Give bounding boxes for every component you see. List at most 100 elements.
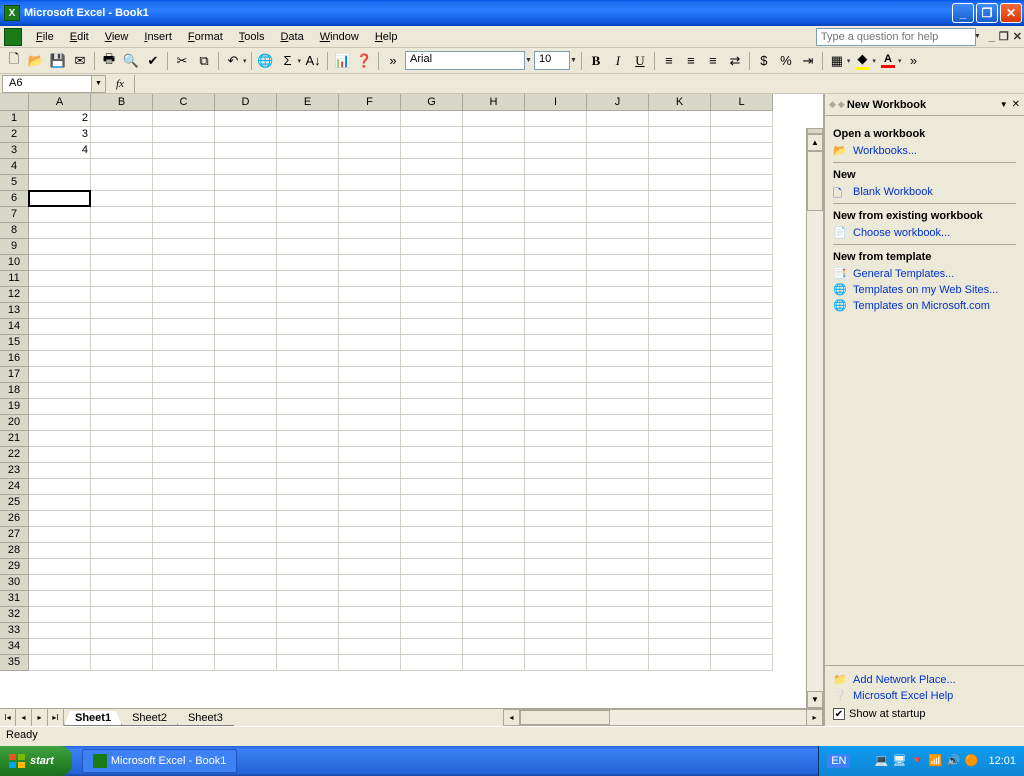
cell[interactable]: [649, 559, 711, 575]
cell[interactable]: [91, 111, 153, 127]
copy-icon[interactable]: ⧉: [194, 51, 214, 71]
row-header[interactable]: 17: [0, 367, 29, 383]
cell[interactable]: [91, 431, 153, 447]
cell[interactable]: [277, 575, 339, 591]
tray-icon[interactable]: 🖥: [892, 754, 906, 768]
italic-button[interactable]: I: [608, 51, 628, 71]
cell[interactable]: [29, 271, 91, 287]
undo-icon[interactable]: ↶: [223, 51, 243, 71]
cell[interactable]: [153, 415, 215, 431]
cell[interactable]: [153, 223, 215, 239]
cell[interactable]: [215, 511, 277, 527]
cell[interactable]: [401, 111, 463, 127]
cell[interactable]: [91, 463, 153, 479]
cell[interactable]: [587, 351, 649, 367]
cell[interactable]: [649, 319, 711, 335]
cell[interactable]: [711, 591, 773, 607]
font-name-combo[interactable]: Arial: [405, 51, 525, 70]
row-header[interactable]: 5: [0, 175, 29, 191]
cell[interactable]: [153, 639, 215, 655]
cell[interactable]: [339, 607, 401, 623]
menu-format[interactable]: Format: [180, 29, 231, 45]
excel-help-link[interactable]: ❔Microsoft Excel Help: [833, 688, 1016, 704]
cell[interactable]: [29, 255, 91, 271]
menu-tools[interactable]: Tools: [231, 29, 273, 45]
maximize-button[interactable]: ❐: [976, 3, 998, 23]
menu-window[interactable]: Window: [312, 29, 367, 45]
cell[interactable]: [91, 239, 153, 255]
cell[interactable]: [153, 623, 215, 639]
cell[interactable]: [649, 367, 711, 383]
cell[interactable]: [463, 303, 525, 319]
align-center-icon[interactable]: ≡: [681, 51, 701, 71]
cell[interactable]: [463, 639, 525, 655]
doc-restore-button[interactable]: ❐: [999, 30, 1009, 43]
cell[interactable]: [525, 511, 587, 527]
cell[interactable]: [401, 175, 463, 191]
cell[interactable]: [277, 495, 339, 511]
cell[interactable]: [153, 351, 215, 367]
row-header[interactable]: 29: [0, 559, 29, 575]
cell[interactable]: [587, 655, 649, 671]
cell[interactable]: [587, 495, 649, 511]
cell[interactable]: [463, 399, 525, 415]
cell[interactable]: [339, 559, 401, 575]
row-header[interactable]: 13: [0, 303, 29, 319]
sheet-tab[interactable]: Sheet2: [121, 711, 178, 726]
cell[interactable]: [277, 623, 339, 639]
cell[interactable]: [339, 319, 401, 335]
cell[interactable]: [587, 207, 649, 223]
dropdown-icon[interactable]: ▾: [898, 57, 902, 65]
cell[interactable]: [91, 479, 153, 495]
cell[interactable]: [649, 655, 711, 671]
row-header[interactable]: 18: [0, 383, 29, 399]
row-header[interactable]: 4: [0, 159, 29, 175]
cell[interactable]: [711, 111, 773, 127]
cell[interactable]: [463, 127, 525, 143]
cell[interactable]: [29, 495, 91, 511]
cell[interactable]: [29, 607, 91, 623]
cell[interactable]: [649, 207, 711, 223]
doc-close-button[interactable]: ✕: [1013, 30, 1022, 43]
row-header[interactable]: 6: [0, 191, 29, 207]
cell[interactable]: [649, 399, 711, 415]
scroll-down-icon[interactable]: ▼: [807, 691, 823, 708]
sort-asc-icon[interactable]: A↓: [303, 51, 323, 71]
cell[interactable]: [91, 607, 153, 623]
cell[interactable]: [29, 319, 91, 335]
cell[interactable]: [29, 287, 91, 303]
cell[interactable]: [525, 639, 587, 655]
cell[interactable]: [91, 335, 153, 351]
cell[interactable]: [587, 111, 649, 127]
cell[interactable]: [587, 447, 649, 463]
dropdown-icon[interactable]: ▼: [570, 57, 577, 64]
cell[interactable]: [153, 383, 215, 399]
cell[interactable]: [339, 127, 401, 143]
column-header[interactable]: I: [525, 94, 587, 111]
cell[interactable]: [525, 431, 587, 447]
cell[interactable]: [153, 319, 215, 335]
bold-button[interactable]: B: [586, 51, 606, 71]
scroll-thumb[interactable]: [520, 710, 610, 725]
cell[interactable]: [29, 463, 91, 479]
cell[interactable]: [463, 175, 525, 191]
cell[interactable]: [401, 303, 463, 319]
cell[interactable]: [463, 319, 525, 335]
cell[interactable]: [29, 351, 91, 367]
cell[interactable]: [587, 271, 649, 287]
cell[interactable]: [525, 351, 587, 367]
cell[interactable]: [587, 415, 649, 431]
cell[interactable]: [153, 111, 215, 127]
cell[interactable]: [277, 399, 339, 415]
cell[interactable]: [587, 607, 649, 623]
merge-center-icon[interactable]: ⇄: [725, 51, 745, 71]
column-header[interactable]: G: [401, 94, 463, 111]
cell[interactable]: [711, 479, 773, 495]
cell[interactable]: [525, 127, 587, 143]
cell[interactable]: [525, 415, 587, 431]
cell[interactable]: [401, 271, 463, 287]
cell[interactable]: [711, 543, 773, 559]
cell[interactable]: [277, 207, 339, 223]
cell[interactable]: [339, 271, 401, 287]
cell[interactable]: [153, 559, 215, 575]
